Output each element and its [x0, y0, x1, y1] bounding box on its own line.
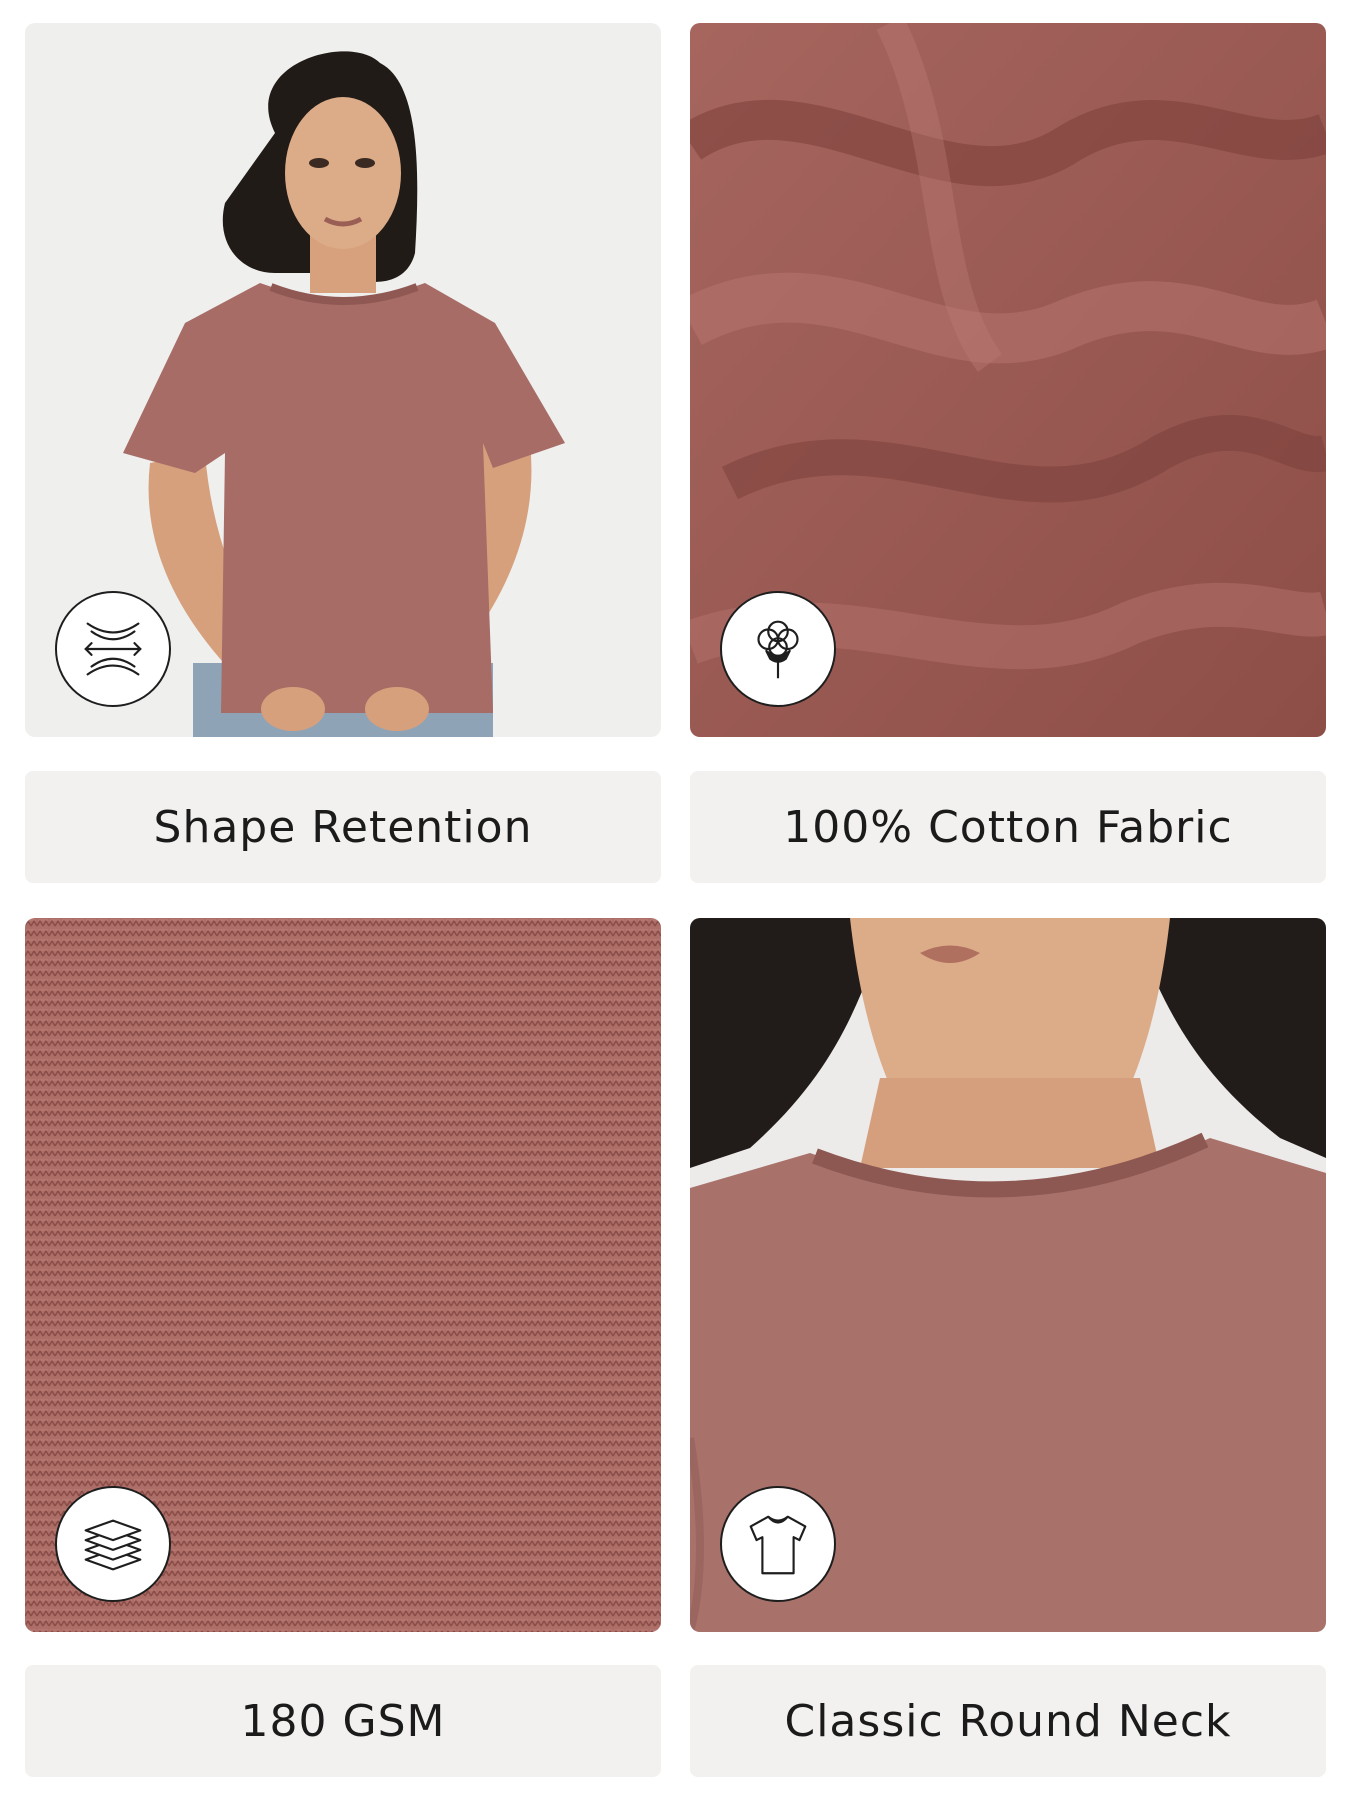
tshirt-icon — [720, 1486, 836, 1602]
feature-image-shape-retention — [25, 23, 661, 737]
feature-label-gsm: 180 GSM — [25, 1665, 661, 1777]
stretch-arrows-icon — [55, 591, 171, 707]
feature-label-round-neck: Classic Round Neck — [690, 1665, 1326, 1777]
feature-image-gsm — [25, 918, 661, 1632]
layers-icon — [55, 1486, 171, 1602]
feature-image-round-neck — [690, 918, 1326, 1632]
feature-image-cotton — [690, 23, 1326, 737]
feature-label-shape-retention: Shape Retention — [25, 771, 661, 883]
feature-label-cotton-fabric: 100% Cotton Fabric — [690, 771, 1326, 883]
cotton-flower-icon — [720, 591, 836, 707]
